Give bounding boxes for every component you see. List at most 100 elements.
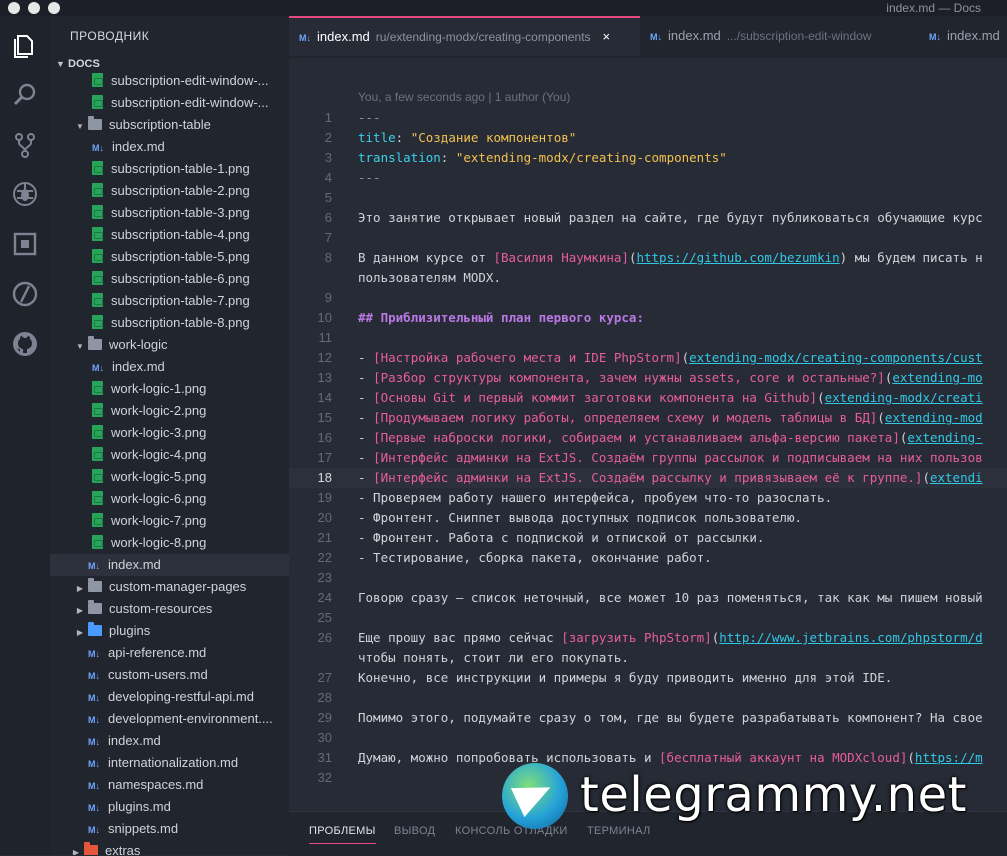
tree-file[interactable]: M↓ index.md xyxy=(50,730,289,752)
tree-file[interactable]: M↓ index.md xyxy=(50,554,289,576)
code-line[interactable]: 9 xyxy=(289,288,1007,308)
tree-file[interactable]: subscription-table-4.png xyxy=(50,224,289,246)
code-line[interactable]: 28 xyxy=(289,688,1007,708)
code-line[interactable]: 19 - Проверяем работу нашего интерфейса, … xyxy=(289,488,1007,508)
tab-index-md-subscription-edit-window[interactable]: M↓ index.md .../subscription-edit-window xyxy=(650,16,920,58)
debug-icon[interactable] xyxy=(10,179,40,209)
tab-problems[interactable]: ПРОБЛЕМЫ xyxy=(309,825,376,844)
code-line[interactable]: 6 Это занятие открывает новый раздел на с… xyxy=(289,208,1007,228)
code-line[interactable]: 7 xyxy=(289,228,1007,248)
minimize-window-button[interactable] xyxy=(28,2,40,14)
chevron-right-icon[interactable]: ▶ xyxy=(74,622,86,644)
code-line[interactable]: 27 Конечно, все инструкции и примеры я бу… xyxy=(289,668,1007,688)
chevron-down-icon[interactable]: ▼ xyxy=(74,116,86,138)
code-line[interactable]: 24 Говорю сразу — список неточный, все мо… xyxy=(289,588,1007,608)
code-line[interactable]: 21 - Фронтент. Работа с подпиской и отпис… xyxy=(289,528,1007,548)
tree-file[interactable]: subscription-table-2.png xyxy=(50,180,289,202)
line-number: 1 xyxy=(324,110,332,125)
tree-folder[interactable]: ▶ plugins xyxy=(50,620,289,642)
tree-folder[interactable]: ▶ custom-manager-pages xyxy=(50,576,289,598)
code-line[interactable]: 20 - Фронтент. Сниппет вывода доступных п… xyxy=(289,508,1007,528)
tree-file[interactable]: M↓ plugins.md xyxy=(50,796,289,818)
tab-index-md-third[interactable]: M↓ index.md xyxy=(929,16,1007,58)
tree-file[interactable]: work-logic-8.png xyxy=(50,532,289,554)
tree-item-label: custom-users.md xyxy=(108,667,208,682)
tree-file[interactable]: subscription-edit-window-... xyxy=(50,92,289,114)
tree-folder[interactable]: ▼ work-logic xyxy=(50,334,289,356)
github-icon[interactable] xyxy=(10,329,40,359)
tree-file[interactable]: M↓ developing-restful-api.md xyxy=(50,686,289,708)
code-line[interactable]: 13 - [Разбор структуры компонента, зачем … xyxy=(289,368,1007,388)
git-blame-annotation[interactable]: You, a few seconds ago | 1 author (You) xyxy=(358,90,570,104)
tree-folder[interactable]: ▼ subscription-table xyxy=(50,114,289,136)
tree-file[interactable]: work-logic-2.png xyxy=(50,400,289,422)
tab-output[interactable]: ВЫВОД xyxy=(394,825,435,837)
code-line[interactable]: 2 title: "Создание компонентов" xyxy=(289,128,1007,148)
tree-file[interactable]: work-logic-7.png xyxy=(50,510,289,532)
code-line[interactable]: 10 ## Приблизительный план первого курса: xyxy=(289,308,1007,328)
maximize-window-button[interactable] xyxy=(48,2,60,14)
code-line[interactable]: 18 - [Интерфейс админки на ExtJS. Создаём… xyxy=(289,468,1007,488)
docs-section-header[interactable]: ▼ DOCS xyxy=(56,58,100,70)
code-line[interactable]: 4 --- xyxy=(289,168,1007,188)
search-icon[interactable] xyxy=(10,80,40,110)
close-icon[interactable]: × xyxy=(603,29,611,44)
code-line[interactable]: 25 xyxy=(289,608,1007,628)
tree-file[interactable]: subscription-table-5.png xyxy=(50,246,289,268)
tree-file[interactable]: subscription-table-7.png xyxy=(50,290,289,312)
tree-folder[interactable]: ▶ extras xyxy=(50,840,289,855)
tree-file[interactable]: work-logic-1.png xyxy=(50,378,289,400)
tree-file[interactable]: work-logic-6.png xyxy=(50,488,289,510)
code-line[interactable]: 29 Помимо этого, подумайте сразу о том, г… xyxy=(289,708,1007,728)
code-line[interactable]: 17 - [Интерфейс админки на ExtJS. Создаём… xyxy=(289,448,1007,468)
code-editor[interactable]: You, a few seconds ago | 1 author (You) … xyxy=(289,58,1007,811)
code-line[interactable]: 8 В данном курсе от [Василия Наумкина](ht… xyxy=(289,248,1007,268)
tree-file[interactable]: work-logic-4.png xyxy=(50,444,289,466)
chevron-right-icon[interactable]: ▶ xyxy=(74,578,86,600)
chevron-right-icon[interactable]: ▶ xyxy=(74,600,86,622)
code-line[interactable]: 15 - [Продумываем логику работы, определя… xyxy=(289,408,1007,428)
code-text: - [Интерфейс админки на ExtJS. Создаём р… xyxy=(358,470,983,485)
tree-file[interactable]: subscription-table-8.png xyxy=(50,312,289,334)
code-line[interactable]: 1 --- xyxy=(289,108,1007,128)
tree-file[interactable]: subscription-edit-window-... xyxy=(50,70,289,92)
code-line[interactable]: 22 - Тестирование, сборка пакета, окончан… xyxy=(289,548,1007,568)
tree-file[interactable]: M↓ snippets.md xyxy=(50,818,289,840)
tree-folder[interactable]: ▶ custom-resources xyxy=(50,598,289,620)
tree-file[interactable]: M↓ custom-users.md xyxy=(50,664,289,686)
tree-file[interactable]: M↓ index.md xyxy=(50,356,289,378)
code-line[interactable]: 12 - [Настройка рабочего места и IDE PhpS… xyxy=(289,348,1007,368)
markdown-icon: M↓ xyxy=(88,781,100,791)
image-file-icon xyxy=(92,469,103,483)
chevron-right-icon[interactable]: ▶ xyxy=(70,842,82,855)
tree-file[interactable]: M↓ internationalization.md xyxy=(50,752,289,774)
code-line[interactable]: 23 xyxy=(289,568,1007,588)
code-line[interactable]: пользователям MODX. xyxy=(289,268,1007,288)
tree-file[interactable]: subscription-table-1.png xyxy=(50,158,289,180)
no-entry-icon[interactable] xyxy=(10,279,40,309)
code-line[interactable]: 14 - [Основы Git и первый коммит заготовк… xyxy=(289,388,1007,408)
tree-file[interactable]: M↓ index.md xyxy=(50,136,289,158)
tree-file[interactable]: work-logic-3.png xyxy=(50,422,289,444)
tab-index-md-creating-components[interactable]: M↓ index.md ru/extending-modx/creating-com… xyxy=(289,16,640,56)
code-line[interactable]: 5 xyxy=(289,188,1007,208)
code-line[interactable]: чтобы понять, стоит ли его покупать. xyxy=(289,648,1007,668)
code-line[interactable]: 11 xyxy=(289,328,1007,348)
code-line[interactable]: 30 xyxy=(289,728,1007,748)
tree-file[interactable]: M↓ api-reference.md xyxy=(50,642,289,664)
tree-file[interactable]: subscription-table-3.png xyxy=(50,202,289,224)
code-line[interactable]: 16 - [Первые наброски логики, собираем и … xyxy=(289,428,1007,448)
source-control-icon[interactable] xyxy=(10,130,40,160)
chevron-down-icon[interactable]: ▼ xyxy=(74,336,86,358)
tree-file[interactable]: work-logic-5.png xyxy=(50,466,289,488)
tree-file[interactable]: M↓ development-environment.... xyxy=(50,708,289,730)
code-line[interactable]: 26 Еще прошу вас прямо сейчас [загрузить … xyxy=(289,628,1007,648)
tree-file[interactable]: M↓ namespaces.md xyxy=(50,774,289,796)
close-window-button[interactable] xyxy=(8,2,20,14)
line-number: 2 xyxy=(324,130,332,145)
tree-file[interactable]: subscription-table-6.png xyxy=(50,268,289,290)
code-line[interactable]: 3 translation: "extending-modx/creating-c… xyxy=(289,148,1007,168)
files-icon[interactable] xyxy=(10,30,40,60)
line-number: 24 xyxy=(317,590,332,605)
extensions-icon[interactable] xyxy=(10,229,40,259)
